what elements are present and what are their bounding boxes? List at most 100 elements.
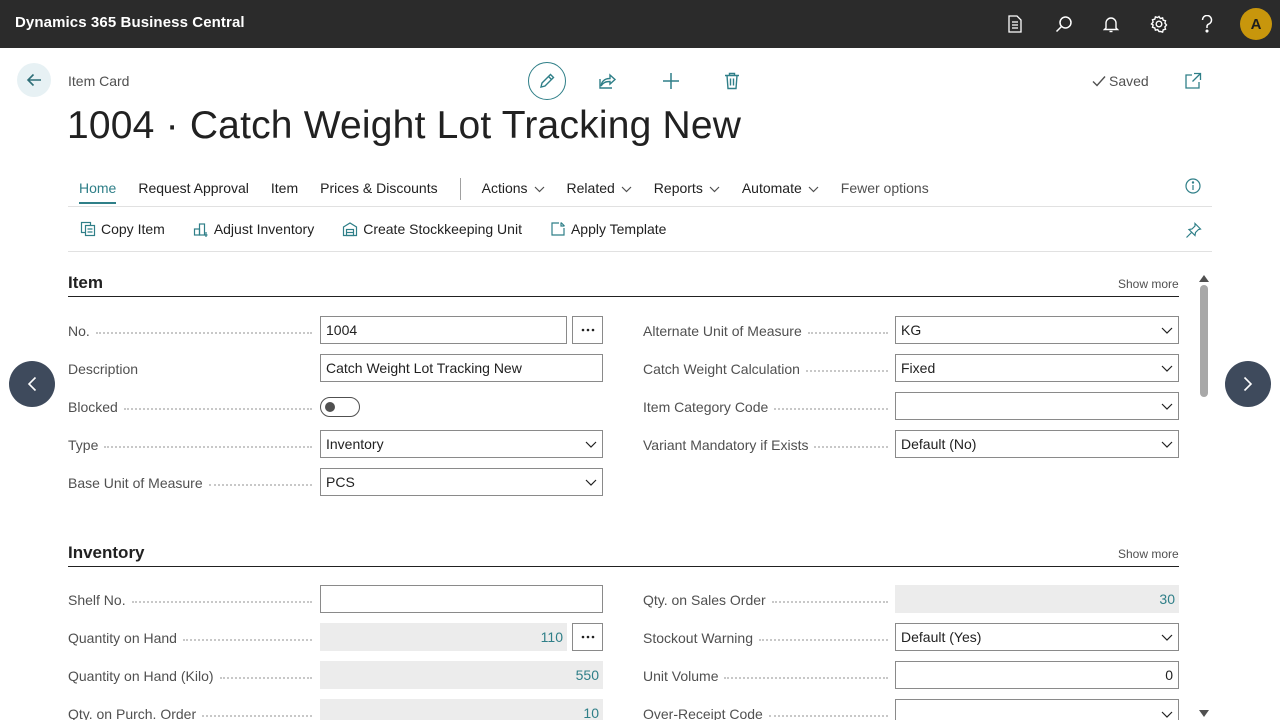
shelf-no-label-text: Shelf No. [68, 592, 126, 608]
dotted-leader [95, 332, 312, 334]
tab-actions[interactable]: Actions [482, 180, 545, 198]
item-show-more-link[interactable]: Show more [1118, 277, 1179, 291]
dotted-leader [774, 408, 888, 410]
base-uom-value: PCS [326, 474, 355, 490]
share-icon[interactable] [589, 62, 627, 100]
adjust-inventory-button[interactable]: Adjust Inventory [193, 221, 314, 237]
tab-prices-discounts[interactable]: Prices & Discounts [320, 180, 437, 198]
type-select[interactable]: Inventory [320, 430, 603, 458]
unit-volume-value: 0 [1165, 667, 1173, 683]
user-avatar[interactable]: A [1240, 8, 1272, 40]
warehouse-icon [343, 222, 358, 237]
base-uom-select[interactable]: PCS [320, 468, 603, 496]
dotted-leader [768, 715, 888, 717]
chevron-down-icon [1161, 634, 1173, 641]
inventory-show-more-link[interactable]: Show more [1118, 547, 1179, 561]
blocked-label-text: Blocked [68, 399, 118, 415]
item-category-label-text: Item Category Code [643, 399, 769, 415]
tab-item[interactable]: Item [271, 180, 298, 198]
base-uom-label-text: Base Unit of Measure [68, 475, 203, 491]
stockout-warning-value: Default (Yes) [901, 629, 982, 645]
item-section-title[interactable]: Item [68, 273, 103, 293]
app-title[interactable]: Dynamics 365 Business Central [15, 14, 245, 31]
variant-mandatory-select[interactable]: Default (No) [895, 430, 1179, 458]
copy-item-label: Copy Item [101, 221, 165, 237]
copy-item-button[interactable]: Copy Item [80, 221, 165, 237]
alt-uom-select[interactable]: KG [895, 316, 1179, 344]
qty-purch-order-label-text: Qty. on Purch. Order [68, 706, 197, 720]
back-button[interactable] [17, 63, 51, 97]
unit-volume-field[interactable]: 0 [895, 661, 1179, 689]
no-field[interactable]: 1004 [320, 316, 567, 344]
adjust-inventory-label: Adjust Inventory [213, 221, 315, 237]
cw-calc-label-text: Catch Weight Calculation [643, 361, 800, 377]
open-new-window-icon[interactable] [1184, 72, 1202, 90]
chevron-down-icon [1161, 441, 1173, 448]
fewer-options-button[interactable]: Fewer options [841, 180, 929, 198]
qty-on-hand-kilo-label: Quantity on Hand (Kilo) [68, 666, 312, 686]
chevron-down-icon [585, 441, 597, 448]
apply-template-button[interactable]: Apply Template [550, 221, 666, 237]
search-icon[interactable] [1052, 12, 1076, 36]
edit-button[interactable] [528, 62, 566, 100]
qty-on-hand-field[interactable]: 110 [320, 623, 567, 651]
description-label: Description [68, 359, 312, 379]
chevron-down-icon [1161, 365, 1173, 372]
delete-icon[interactable] [713, 62, 751, 100]
previous-record-button[interactable] [9, 361, 55, 407]
copy-icon [80, 221, 96, 237]
type-value: Inventory [326, 436, 384, 452]
page-title: 1004 · Catch Weight Lot Tracking New [67, 104, 742, 147]
pin-icon[interactable] [1185, 222, 1202, 239]
qty-on-hand-assist-button[interactable] [572, 623, 603, 651]
qty-sales-order-value: 30 [1159, 591, 1175, 607]
tab-home[interactable]: Home [79, 180, 117, 204]
qty-sales-order-field[interactable]: 30 [895, 585, 1179, 613]
tab-request-approval[interactable]: Request Approval [138, 180, 249, 198]
inventory-section-title[interactable]: Inventory [68, 543, 145, 563]
gear-icon[interactable] [1147, 12, 1171, 36]
tab-related[interactable]: Related [567, 180, 632, 198]
stockout-warning-select[interactable]: Default (Yes) [895, 623, 1179, 651]
blocked-toggle[interactable] [320, 397, 360, 417]
no-label-text: No. [68, 323, 90, 339]
scroll-down-arrow-icon[interactable] [1199, 704, 1209, 720]
no-assist-button[interactable] [572, 316, 603, 344]
qty-on-hand-kilo-field[interactable]: 550 [320, 661, 603, 689]
create-stockkeeping-unit-label: Create Stockkeeping Unit [363, 221, 522, 237]
alt-uom-label: Alternate Unit of Measure [643, 321, 888, 341]
stockout-warning-label: Stockout Warning [643, 628, 888, 648]
item-category-select[interactable] [895, 392, 1179, 420]
scrollbar-thumb[interactable] [1200, 285, 1208, 397]
over-receipt-select[interactable] [895, 699, 1179, 720]
tab-automate[interactable]: Automate [742, 180, 819, 198]
new-button[interactable] [652, 62, 690, 100]
breadcrumb: Item Card [68, 73, 130, 89]
document-icon[interactable] [1003, 12, 1027, 36]
shelf-no-field[interactable] [320, 585, 603, 613]
tab-reports[interactable]: Reports [654, 180, 720, 198]
unit-volume-label-text: Unit Volume [643, 668, 719, 684]
variant-mandatory-label-text: Variant Mandatory if Exists [643, 437, 809, 453]
qty-on-hand-kilo-label-text: Quantity on Hand (Kilo) [68, 668, 214, 684]
action-bar: Copy Item Adjust Inventory Create Stockk… [80, 221, 694, 237]
dotted-leader [208, 484, 312, 486]
qty-on-hand-value: 110 [540, 629, 563, 645]
cw-calc-select[interactable]: Fixed [895, 354, 1179, 382]
description-field[interactable]: Catch Weight Lot Tracking New [320, 354, 603, 382]
create-stockkeeping-unit-button[interactable]: Create Stockkeeping Unit [342, 221, 522, 237]
qty-on-hand-kilo-value: 550 [575, 667, 599, 683]
info-icon[interactable] [1185, 178, 1201, 194]
next-record-button[interactable] [1225, 361, 1271, 407]
chevron-down-icon [585, 479, 597, 486]
tab-separator [459, 178, 461, 200]
blocked-label: Blocked [68, 397, 312, 417]
no-value: 1004 [326, 322, 358, 338]
description-label-text: Description [68, 361, 139, 377]
dotted-leader [182, 639, 312, 641]
notification-bell-icon[interactable] [1099, 12, 1123, 36]
dotted-leader [805, 370, 888, 372]
qty-purch-order-field[interactable]: 10 [320, 699, 603, 720]
dotted-leader [771, 601, 888, 603]
help-icon[interactable] [1195, 12, 1219, 36]
